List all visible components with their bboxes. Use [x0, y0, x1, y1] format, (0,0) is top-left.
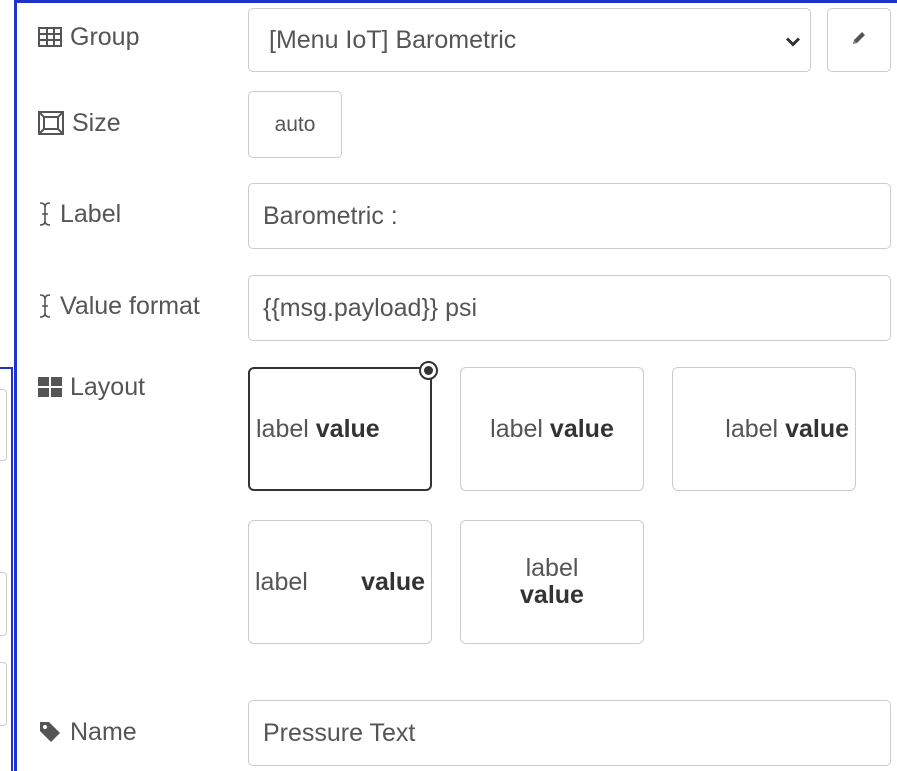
background-field [0, 389, 7, 461]
chevron-down-icon [784, 26, 802, 55]
layout-option-stacked[interactable]: label value [460, 520, 644, 644]
background-field [0, 572, 7, 636]
layout-label: Layout [70, 372, 146, 401]
group-select-value: [Menu IoT] Barometric [269, 25, 517, 54]
layout-option-label: label [255, 567, 308, 596]
name-input[interactable]: Pressure Text [248, 700, 891, 766]
table-icon [38, 27, 62, 47]
edit-group-button[interactable] [827, 8, 891, 72]
layout-option-label: label [490, 414, 543, 443]
label-label: Label [60, 199, 122, 228]
size-value: auto [274, 112, 316, 136]
group-select[interactable]: [Menu IoT] Barometric [248, 8, 811, 72]
size-icon [38, 111, 64, 135]
layout-option-value: value [361, 567, 425, 596]
layout-option-center[interactable]: label value [460, 367, 644, 491]
layout-option-left[interactable]: label value [248, 361, 438, 491]
group-label: Group [70, 22, 140, 51]
value-format-label: Value format [60, 291, 200, 320]
layout-option-value: value [520, 581, 584, 609]
background-field [0, 662, 7, 726]
layout-option-label: label [725, 414, 779, 443]
label-input-value: Barometric : [263, 201, 398, 230]
layout-row-label: Layout [38, 372, 145, 402]
grid-icon [38, 377, 62, 397]
pencil-icon [850, 29, 868, 52]
text-cursor-icon [38, 201, 52, 227]
selected-radio-icon [419, 361, 438, 380]
size-row-label: Size [38, 108, 121, 138]
layout-option-value: value [549, 414, 614, 443]
layout-option-label: label [525, 554, 579, 582]
name-row-label: Name [38, 717, 137, 747]
size-label: Size [72, 108, 121, 137]
text-cursor-icon [38, 293, 52, 319]
name-input-value: Pressure Text [263, 718, 416, 747]
group-row-label: Group [38, 22, 139, 52]
layout-option-value: value [785, 414, 849, 443]
background-panel [0, 367, 13, 771]
label-row-label: Label [38, 199, 121, 229]
value-format-input-value: {{msg.payload}} psi [263, 293, 478, 322]
name-label: Name [70, 717, 137, 746]
value-format-row-label: Value format [38, 291, 200, 321]
layout-option-label: label [256, 414, 309, 443]
layout-option-spread[interactable]: label value [248, 520, 432, 644]
value-format-input[interactable]: {{msg.payload}} psi [248, 275, 891, 341]
layout-option-right[interactable]: label value [672, 367, 856, 491]
label-input[interactable]: Barometric : [248, 183, 891, 249]
tag-icon [38, 720, 62, 744]
size-button[interactable]: auto [248, 91, 342, 158]
layout-option-value: value [315, 414, 380, 443]
